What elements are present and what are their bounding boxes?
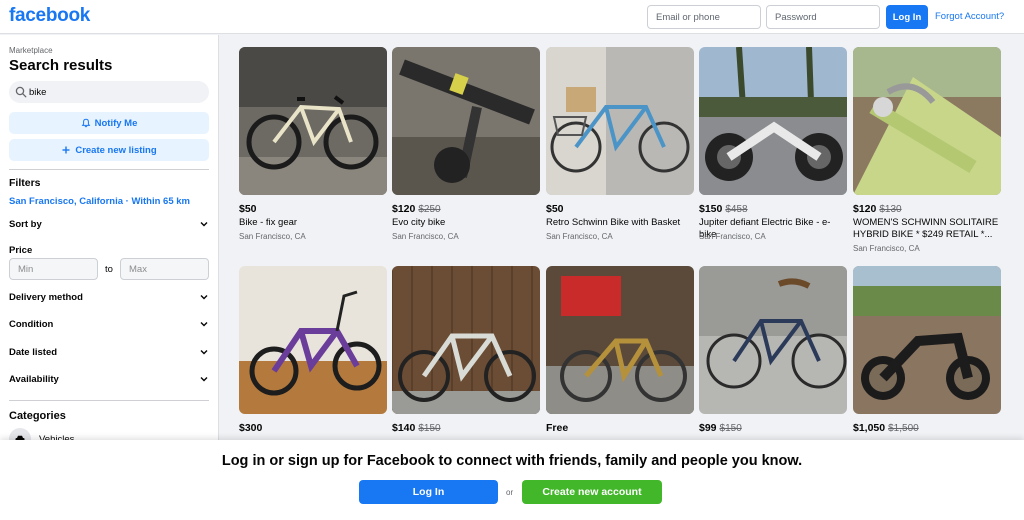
price-to-label: to (105, 264, 113, 275)
bike-photo-image (853, 266, 1001, 414)
search-input[interactable] (29, 81, 204, 103)
create-account-button[interactable]: Create new account (522, 480, 662, 504)
listing-card[interactable]: $50 Bike - fix gear San Francisco, CA (239, 47, 387, 247)
login-prompt-bar: Log in or sign up for Facebook to connec… (0, 440, 1024, 520)
bike-photo-image (699, 47, 847, 195)
forgot-account-link[interactable]: Forgot Account? (935, 11, 1004, 22)
bike-photo-image (392, 266, 540, 414)
listing-price: $120 $130 (853, 203, 902, 215)
divider (9, 400, 209, 401)
search-icon (15, 86, 27, 98)
header-login-button[interactable]: Log In (886, 5, 928, 29)
price-max-input[interactable] (120, 258, 209, 280)
bike-photo-image (392, 47, 540, 195)
price-min-input[interactable] (9, 258, 98, 280)
listing-location: San Francisco, CA (546, 232, 613, 241)
bike-photo-image (546, 47, 694, 195)
bike-photo-image (853, 47, 1001, 195)
listing-price: $120 $250 (392, 203, 441, 215)
listing-price: $150 $458 (699, 203, 748, 215)
listing-photo (239, 266, 387, 414)
listing-photo (699, 47, 847, 195)
top-bar: facebook Log In Forgot Account? (0, 0, 1024, 34)
listing-price: $50 (239, 203, 257, 215)
page-title: Search results (9, 57, 113, 74)
listing-price: Free (546, 422, 569, 434)
availability-dropdown[interactable]: Availability (9, 371, 209, 387)
notify-me-label: Notify Me (94, 117, 138, 129)
or-label: or (506, 488, 514, 497)
price-label: Price (9, 245, 33, 256)
notify-me-button[interactable]: Notify Me (9, 112, 209, 134)
listing-price: $1,050 $1,500 (853, 422, 919, 434)
chevron-down-icon (200, 322, 208, 327)
listing-price: $300 (239, 422, 263, 434)
listing-price: $140 $150 (392, 422, 441, 434)
date-listed-dropdown[interactable]: Date listed (9, 344, 209, 360)
listing-photo (239, 47, 387, 195)
listing-photo (853, 47, 1001, 195)
listing-card[interactable]: $300 (239, 266, 387, 440)
password-field[interactable] (766, 5, 880, 29)
listing-photo (546, 266, 694, 414)
listing-photo (699, 266, 847, 414)
listing-card[interactable]: $140 $150 (392, 266, 540, 440)
listing-location: San Francisco, CA (239, 232, 306, 241)
date-listed-label: Date listed (9, 346, 58, 358)
listing-photo (392, 266, 540, 414)
search-box[interactable] (9, 81, 209, 103)
listing-price: $50 (546, 203, 564, 215)
listing-price: $99 $150 (699, 422, 742, 434)
plus-icon (62, 146, 70, 154)
email-field[interactable] (647, 5, 761, 29)
listing-card[interactable]: $120 $130 WOMEN'S SCHWINN SOLITAIRE HYBRI… (853, 47, 1001, 259)
condition-label: Condition (9, 318, 54, 330)
listing-title: Retro Schwinn Bike with Basket (546, 217, 681, 228)
chevron-down-icon (200, 295, 208, 300)
marketplace-label[interactable]: Marketplace (9, 46, 53, 55)
listing-title: Bike - fix gear (239, 217, 298, 228)
listing-card[interactable]: $1,050 $1,500 (853, 266, 1001, 440)
location-filter[interactable]: San Francisco, California · Within 65 km (9, 196, 190, 207)
filters-title: Filters (9, 177, 41, 189)
listing-photo (392, 47, 540, 195)
sort-by-dropdown[interactable]: Sort by (9, 216, 209, 232)
facebook-logo[interactable]: facebook (9, 5, 90, 27)
create-listing-label: Create new listing (75, 144, 157, 156)
availability-label: Availability (9, 373, 59, 385)
create-listing-button[interactable]: Create new listing (9, 139, 209, 161)
listing-title: WOMEN'S SCHWINN SOLITAIRE HYBRID BIKE * … (853, 217, 999, 240)
bike-photo-image (239, 266, 387, 414)
listing-card[interactable]: $99 $150 (699, 266, 847, 440)
delivery-method-dropdown[interactable]: Delivery method (9, 289, 209, 305)
listing-title: Evo city bike (392, 217, 446, 228)
delivery-method-label: Delivery method (9, 291, 83, 303)
listings-grid: $50 Bike - fix gear San Francisco, CA $1… (220, 35, 1024, 440)
bike-photo-image (239, 47, 387, 195)
bell-icon (81, 118, 90, 128)
chevron-down-icon (200, 350, 208, 355)
categories-title: Categories (9, 410, 66, 422)
listing-photo (853, 266, 1001, 414)
listing-card[interactable]: $50 Retro Schwinn Bike with Basket San F… (546, 47, 694, 247)
sort-by-label: Sort by (9, 218, 42, 230)
login-button[interactable]: Log In (359, 480, 498, 504)
listing-card[interactable]: Free (546, 266, 694, 440)
listing-card[interactable]: $120 $250 Evo city bike San Francisco, CA (392, 47, 540, 247)
listing-location: San Francisco, CA (699, 232, 766, 241)
chevron-down-icon (200, 222, 208, 227)
bike-photo-image (699, 266, 847, 414)
divider (9, 169, 209, 170)
condition-dropdown[interactable]: Condition (9, 316, 209, 332)
listing-photo (546, 47, 694, 195)
bike-photo-image (546, 266, 694, 414)
listing-card[interactable]: $150 $458 Jupiter defiant Electric Bike -… (699, 47, 847, 247)
listing-location: San Francisco, CA (392, 232, 459, 241)
listing-location: San Francisco, CA (853, 244, 920, 253)
chevron-down-icon (200, 377, 208, 382)
login-prompt-message: Log in or sign up for Facebook to connec… (221, 453, 803, 469)
